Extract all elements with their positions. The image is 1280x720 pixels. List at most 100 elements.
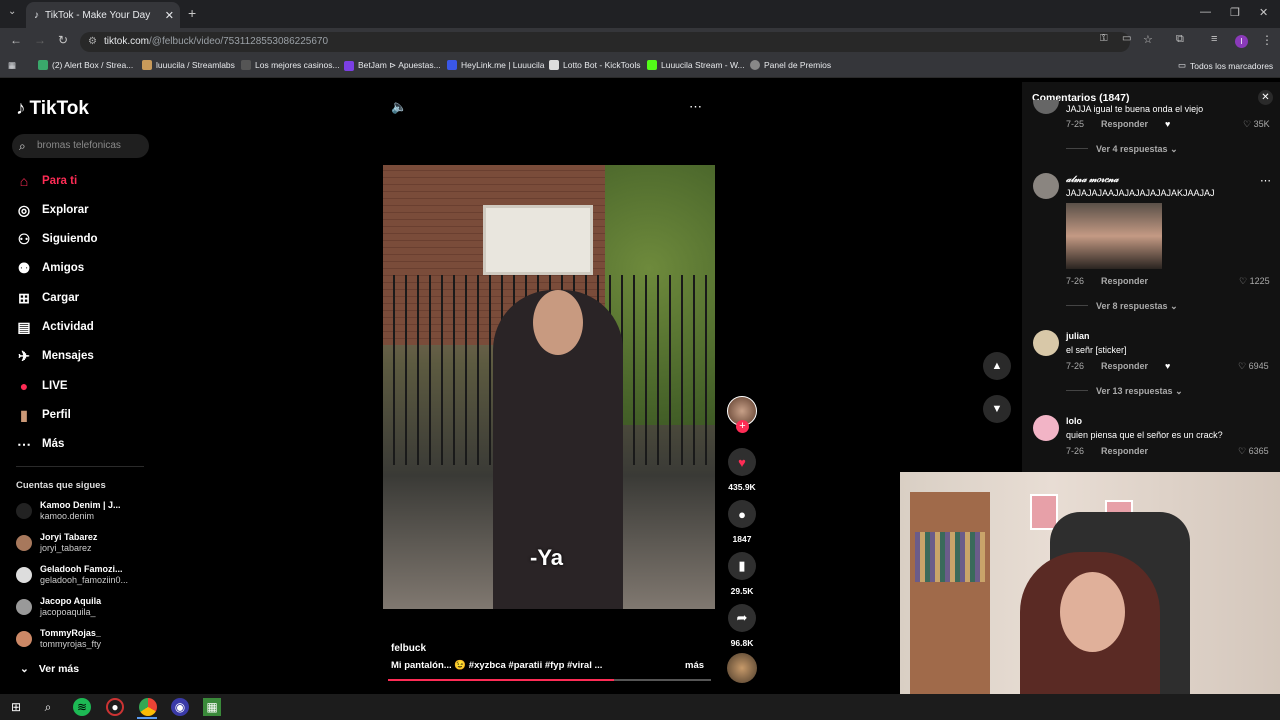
browser-menu-icon[interactable]: ⋮ <box>1261 33 1273 47</box>
password-key-icon[interactable]: ⚿ <box>1100 33 1108 44</box>
like-action[interactable]: ♥ 435.9K <box>728 448 756 492</box>
comment-likes[interactable]: ♡ 6945 <box>1238 361 1269 372</box>
all-bookmarks[interactable]: ▭ Todos los marcadores <box>1178 60 1273 71</box>
video-progress-bar[interactable] <box>388 679 711 681</box>
view-replies[interactable]: Ver 8 respuestas ⌄ <box>1096 301 1178 312</box>
chevron-up-icon: ▲ <box>991 360 1003 372</box>
avatar[interactable] <box>1033 173 1059 199</box>
nav-messages[interactable]: ✈ Mensajes <box>16 346 94 366</box>
nav-live[interactable]: ● LIVE <box>16 376 68 396</box>
taskbar-search-icon[interactable]: ⌕ <box>39 698 57 716</box>
avatar[interactable] <box>1033 415 1059 441</box>
tiktok-note-icon: ♪ <box>16 98 26 119</box>
comment-user[interactable]: 𝒶𝓁𝓂𝒶 𝓂𝑜𝓇𝑒𝓃𝒶 <box>1066 174 1119 185</box>
video-player[interactable] <box>383 165 715 609</box>
reading-list-icon[interactable]: ≡ <box>1211 33 1217 45</box>
reply-button[interactable]: Responder <box>1101 276 1148 286</box>
nav-more[interactable]: ⋯ Más <box>16 434 64 454</box>
nav-following[interactable]: ⚇ Siguiendo <box>16 229 98 249</box>
bookmark-item[interactable]: Lotto Bot - KickTools <box>549 60 640 70</box>
reply-button[interactable]: Responder <box>1101 361 1148 371</box>
comment-likes[interactable]: ♡ 35K <box>1243 119 1270 130</box>
comment-likes[interactable]: ♡ 1225 <box>1239 276 1270 287</box>
followed-account[interactable]: TommyRojas_ tommyrojas_fty <box>16 628 101 650</box>
close-window-icon[interactable]: ✕ <box>1259 6 1268 19</box>
comment-icon[interactable]: ● <box>728 500 756 528</box>
view-replies[interactable]: Ver 4 respuestas ⌄ <box>1096 144 1178 155</box>
tiktok-logo[interactable]: ♪ TikTok <box>16 98 89 120</box>
heart-icon[interactable]: ♥ <box>728 448 756 476</box>
comment-user[interactable]: lolo <box>1066 416 1082 426</box>
minecraft-icon[interactable]: ▦ <box>203 698 221 716</box>
apps-grid-icon[interactable]: ▦ <box>8 60 16 71</box>
followed-account[interactable]: Jacopo Aquila jacopoaquila_ <box>16 596 101 618</box>
save-action[interactable]: ▮ 29.5K <box>728 552 756 596</box>
nav-for-you[interactable]: ⌂ Para ti <box>16 171 77 191</box>
comment-image[interactable] <box>1066 203 1162 269</box>
recording-app-icon[interactable]: ● <box>106 698 124 716</box>
minimize-icon[interactable]: — <box>1200 6 1211 18</box>
site-info-icon[interactable]: ⚙ <box>88 32 97 52</box>
bookmark-item[interactable]: HeyLink.me | Luuucila <box>447 60 544 70</box>
previous-video-button[interactable]: ▲ <box>983 352 1011 380</box>
activity-icon: ▤ <box>17 318 31 335</box>
reload-icon[interactable]: ↻ <box>58 33 68 47</box>
see-more-accounts[interactable]: ⌄ Ver más <box>20 663 79 675</box>
back-icon[interactable]: ← <box>10 33 22 47</box>
view-replies[interactable]: Ver 13 respuestas ⌄ <box>1096 386 1183 397</box>
obs-icon[interactable]: ◉ <box>171 698 189 716</box>
search-input[interactable]: ⌕ bromas telefonicas <box>12 134 149 158</box>
bookmark-item[interactable]: BetJam ⊳ Apuestas... <box>344 60 441 71</box>
bookmark-favicon-icon <box>241 60 251 70</box>
follow-plus-icon[interactable]: + <box>736 420 749 433</box>
comment-user[interactable]: julian <box>1066 331 1090 341</box>
maximize-icon[interactable]: ❐ <box>1230 6 1240 19</box>
cast-icon[interactable]: ▭ <box>1122 33 1131 44</box>
bookmark-item[interactable]: Panel de Premios <box>750 60 831 70</box>
followed-account[interactable]: Geladooh Famozi... geladooh_famoziin0... <box>16 564 128 586</box>
next-video-button[interactable]: ▼ <box>983 395 1011 423</box>
address-bar[interactable]: ⚙ tiktok.com/@felbuck/video/753112855308… <box>80 32 1130 52</box>
bookmark-favicon-icon <box>142 60 152 70</box>
windows-start-icon[interactable]: ⊞ <box>7 698 25 716</box>
bookmark-item[interactable]: Los mejores casinos... <box>241 60 340 70</box>
bookmark-icon[interactable]: ▮ <box>728 552 756 580</box>
tab-close-icon[interactable]: ✕ <box>165 9 174 22</box>
comment-likes[interactable]: ♡ 6365 <box>1238 446 1269 457</box>
bookmark-item[interactable]: (2) Alert Box / Strea... <box>38 60 133 70</box>
video-options-icon[interactable]: ⋯ <box>689 99 702 115</box>
nav-explore[interactable]: ◎ Explorar <box>16 200 89 220</box>
new-tab-button[interactable]: + <box>188 5 196 21</box>
reply-button[interactable]: Responder <box>1101 446 1148 456</box>
nav-upload[interactable]: ⊞ Cargar <box>16 288 79 308</box>
bookmark-star-icon[interactable]: ☆ <box>1143 33 1153 46</box>
share-icon[interactable]: ➦ <box>728 604 756 632</box>
extensions-icon[interactable]: ⧉ <box>1176 33 1184 46</box>
sound-disc[interactable] <box>727 653 757 683</box>
forward-icon[interactable]: → <box>34 33 46 47</box>
bookmark-favicon-icon <box>344 60 354 71</box>
volume-icon[interactable]: 🔈 <box>391 99 407 115</box>
caption-more-link[interactable]: más <box>685 660 704 671</box>
profile-avatar[interactable]: I <box>1235 35 1248 48</box>
chrome-icon[interactable] <box>139 698 157 716</box>
comment-action[interactable]: ● 1847 <box>728 500 756 544</box>
video-author[interactable]: felbuck <box>391 643 426 654</box>
followed-account[interactable]: Joryi Tabarez joryi_tabarez <box>16 532 97 554</box>
tab-search-icon[interactable]: ⌄ <box>8 6 16 17</box>
video-progress-fill <box>388 679 615 681</box>
nav-profile[interactable]: ▮ Perfil <box>16 405 71 425</box>
browser-tab[interactable]: ♪ TikTok - Make Your Day ✕ <box>26 2 180 28</box>
following-icon: ⚇ <box>17 230 31 247</box>
spotify-icon[interactable]: ≋ <box>73 698 91 716</box>
bookmark-item[interactable]: Luuucila Stream - W... <box>647 60 745 70</box>
share-action[interactable]: ➦ 96.8K <box>728 604 756 648</box>
followed-account[interactable]: Kamoo Denim | J... kamoo.denim <box>16 500 121 522</box>
comment-options-icon[interactable]: ⋯ <box>1260 174 1271 187</box>
reply-button[interactable]: Responder <box>1101 119 1148 129</box>
avatar[interactable] <box>1033 330 1059 356</box>
bookmark-item[interactable]: luuucila / Streamlabs <box>142 60 235 70</box>
nav-friends[interactable]: ⚉ Amigos <box>16 258 84 278</box>
nav-activity[interactable]: ▤ Actividad <box>16 317 93 337</box>
close-comments-icon[interactable]: ✕ <box>1258 90 1273 105</box>
